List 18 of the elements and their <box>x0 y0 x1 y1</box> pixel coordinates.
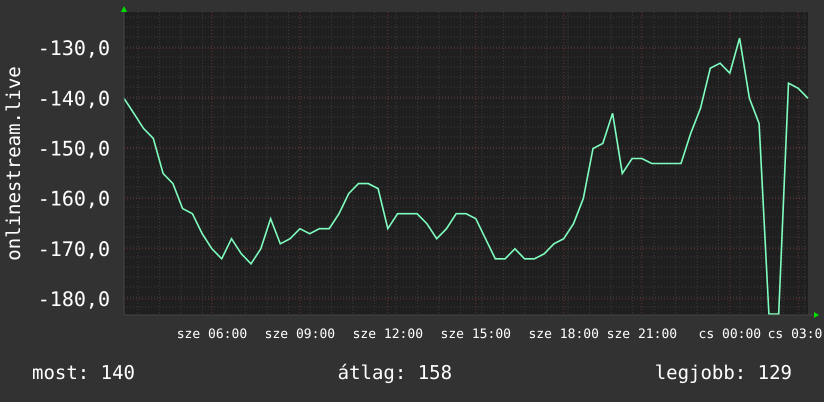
y-tick-label: -170,0 <box>38 236 110 261</box>
y-tick-label: -140,0 <box>38 86 110 110</box>
x-tick-label: sze 15:00 <box>440 327 511 342</box>
x-tick-label: cs 03:0 <box>768 327 822 342</box>
y-tick-label: -130,0 <box>38 36 110 60</box>
y-tick-label: -160,0 <box>38 186 110 211</box>
y-axis-label: onlinestream.live <box>3 66 25 261</box>
x-tick-label: sze 21:00 <box>606 327 678 342</box>
x-tick-label: sze 09:00 <box>264 327 336 342</box>
legend-text: most: 140 <box>32 362 135 384</box>
x-tick-label: sze 12:00 <box>352 327 424 342</box>
y-tick-label: -150,0 <box>38 136 110 160</box>
y-tick-label: -180,0 <box>38 286 110 311</box>
legend-text: legjobb: 129 <box>654 362 792 384</box>
x-tick-label: sze 18:00 <box>528 327 599 342</box>
x-tick-label: cs 00:00 <box>698 327 762 342</box>
legend-text: átlag: 158 <box>338 362 452 384</box>
x-tick-label: sze 06:00 <box>176 327 248 342</box>
